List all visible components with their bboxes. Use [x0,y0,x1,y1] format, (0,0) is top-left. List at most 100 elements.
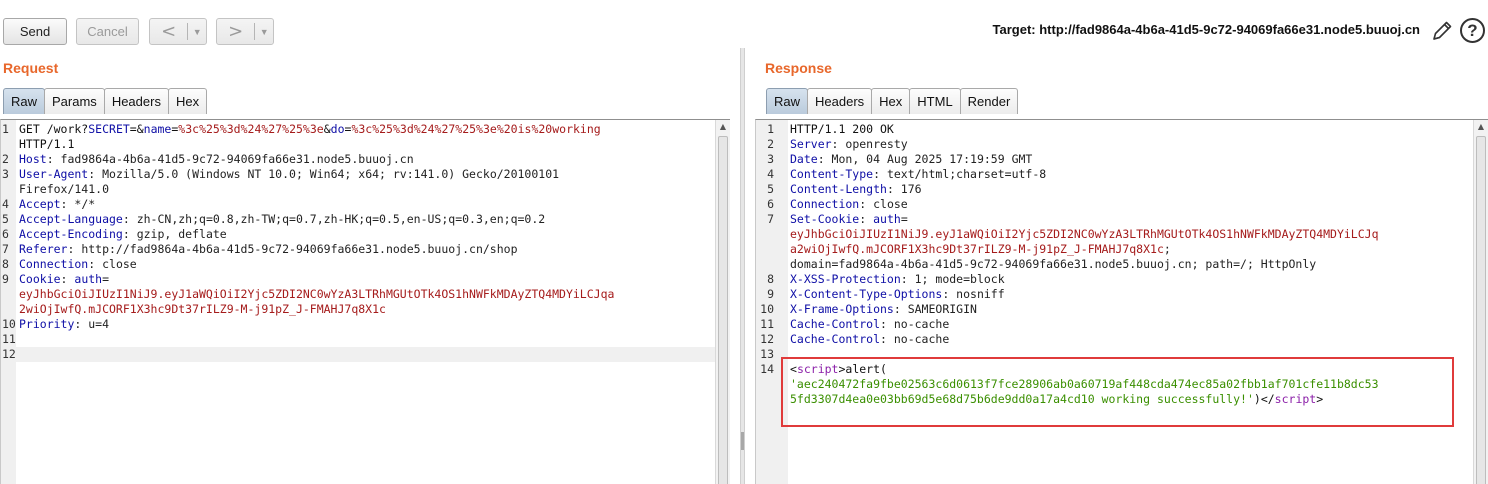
editor-line: a2wiOjIwfQ.mJCORF1X3hc9Dt37rILZ9-M-j91pZ… [756,242,1473,257]
tab-headers[interactable]: Headers [103,88,169,114]
line-text: domain=fad9864a-4b6a-41d5-9c72-94069fa66… [790,257,1316,272]
editor-line: 12 Cache-Control: no-cache [756,332,1473,347]
line-text: Referer: http://fad9864a-4b6a-41d5-9c72-… [19,242,518,257]
code-token: : nosniff [942,287,1005,301]
code-token: SECRET [88,122,130,136]
code-token: Accept [19,197,61,211]
code-token: X-Frame-Options [790,302,894,316]
target-label: Target: http://fad9864a-4b6a-41d5-9c72-9… [992,22,1420,37]
line-text: X-Frame-Options: SAMEORIGIN [790,302,977,317]
chevron-left-icon: < [161,20,177,42]
tab-hex[interactable]: Hex [167,88,208,114]
line-number: 12 [2,347,16,361]
request-title: Request [3,60,59,76]
tab-headers[interactable]: Headers [807,88,873,114]
line-text: Cookie: auth= [19,272,109,287]
line-text: Cache-Control: no-cache [790,317,949,332]
cancel-button[interactable]: Cancel [76,18,139,45]
code-token: = [900,212,908,226]
request-scrollbar[interactable]: ▲ [715,120,730,484]
editor-line: 7 Referer: http://fad9864a-4b6a-41d5-9c72… [1,242,715,257]
code-token: : Mon, 04 Aug 2025 17:19:59 GMT [817,152,1033,166]
code-token: name [143,122,172,136]
chevron-right-icon: > [228,20,244,42]
send-button[interactable]: Send [3,18,67,45]
code-token: Firefox/141.0 [19,182,110,196]
code-token: Content-Length [790,182,887,196]
tab-html[interactable]: HTML [909,88,961,114]
back-button[interactable]: < ▼ [149,18,207,45]
line-text: X-XSS-Protection: 1; mode=block [790,272,1005,287]
code-token: : SAMEORIGIN [893,302,977,316]
chevron-down-icon[interactable]: ▼ [188,27,206,37]
line-number: 6 [767,197,774,211]
forward-button[interactable]: > ▼ [216,18,274,45]
code-token: a2wiOjIwfQ.mJCORF1X3hc9Dt37rILZ9-M-j91pZ… [790,242,1164,256]
code-token: : 1; mode=block [900,272,1005,286]
line-number: 9 [2,272,9,286]
code-token: : text/html;charset=utf-8 [873,167,1047,181]
tab-hex[interactable]: Hex [871,88,911,114]
highlight-annotation [781,357,1454,427]
code-token: : 176 [886,182,922,196]
line-number: 4 [2,197,9,211]
response-editor[interactable]: 1 HTTP/1.1 200 OK 2 Server: openresty 3 Date:… [755,119,1488,484]
line-text: Priority: u=4 [19,317,109,332]
line-number: 3 [767,152,774,166]
tab-raw[interactable]: Raw [766,88,809,114]
code-token: : close [859,197,908,211]
editor-line: 3 Date: Mon, 04 Aug 2025 17:19:59 GMT [756,152,1473,167]
line-text: 2wiOjIwfQ.mJCORF1X3hc9Dt37rILZ9-M-j91pZ_… [19,302,386,317]
pencil-icon[interactable] [1430,19,1454,43]
code-token: : no-cache [880,317,950,331]
tab-render[interactable]: Render [959,88,1019,114]
scroll-up-icon[interactable]: ▲ [716,120,730,134]
code-token: Content-Type [790,167,874,181]
code-token: 2wiOjIwfQ.mJCORF1X3hc9Dt37rILZ9-M-j91pZ_… [19,302,386,316]
help-icon[interactable]: ? [1460,18,1485,43]
request-editor[interactable]: 1 GET /work?SECRET=&name = %3c%25%3d%24%27%… [0,119,730,484]
editor-line: domain=fad9864a-4b6a-41d5-9c72-94069fa66… [756,257,1473,272]
code-token: %3c%25%3d%24%27%25%3e%20is%20working [351,122,601,136]
code-token: Date [790,152,818,166]
scroll-up-icon[interactable]: ▲ [1474,120,1488,134]
code-token: : close [88,257,137,271]
editor-line: 8 Connection: close [1,257,715,272]
line-number: 2 [2,152,9,166]
editor-line: 5 Content-Length: 176 [756,182,1473,197]
code-token: : gzip, deflate [122,227,227,241]
pane-splitter[interactable] [740,48,745,484]
editor-line: 10 Priority: u=4 [1,317,715,332]
code-token: eyJhbGciOiJIUzI1NiJ9.eyJ1aWQiOiI2Yjc5ZDI… [19,287,615,301]
code-token: do [330,122,345,136]
code-token: Server [790,137,832,151]
scrollbar-thumb[interactable] [1476,136,1486,484]
code-token: Cache-Control [790,317,881,331]
response-scrollbar[interactable]: ▲ [1473,120,1488,484]
line-number: 5 [767,182,774,196]
line-number: 13 [760,347,774,361]
line-text: Firefox/141.0 [19,182,109,197]
line-number: 10 [760,302,774,316]
tab-raw[interactable]: Raw [3,88,46,114]
line-text: HTTP/1.1 [19,137,74,152]
editor-line: eyJhbGciOiJIUzI1NiJ9.eyJ1aWQiOiI2Yjc5ZDI… [756,227,1473,242]
line-number: 7 [767,212,774,226]
splitter-grip[interactable] [741,432,744,450]
request-tabs: Raw Params Headers Hex [3,88,208,114]
line-number: 6 [2,227,9,241]
line-text: Set-Cookie: auth= [790,212,908,227]
code-token: : openresty [831,137,908,151]
code-token: : */* [60,197,96,211]
code-token: Set-Cookie [790,212,860,226]
chevron-down-icon[interactable]: ▼ [255,27,273,37]
code-token: HTTP/1.1 200 OK [790,122,894,136]
tab-params[interactable]: Params [44,88,105,114]
line-number: 10 [2,317,16,331]
editor-line: 9 X-Content-Type-Options: nosniff [756,287,1473,302]
editor-line: 6 Accept-Encoding: gzip, deflate [1,227,715,242]
scrollbar-thumb[interactable] [718,136,728,484]
line-number: 3 [2,167,9,181]
line-number: 14 [760,362,774,376]
code-token: domain=fad9864a-4b6a-41d5-9c72-94069fa66… [790,257,1317,271]
